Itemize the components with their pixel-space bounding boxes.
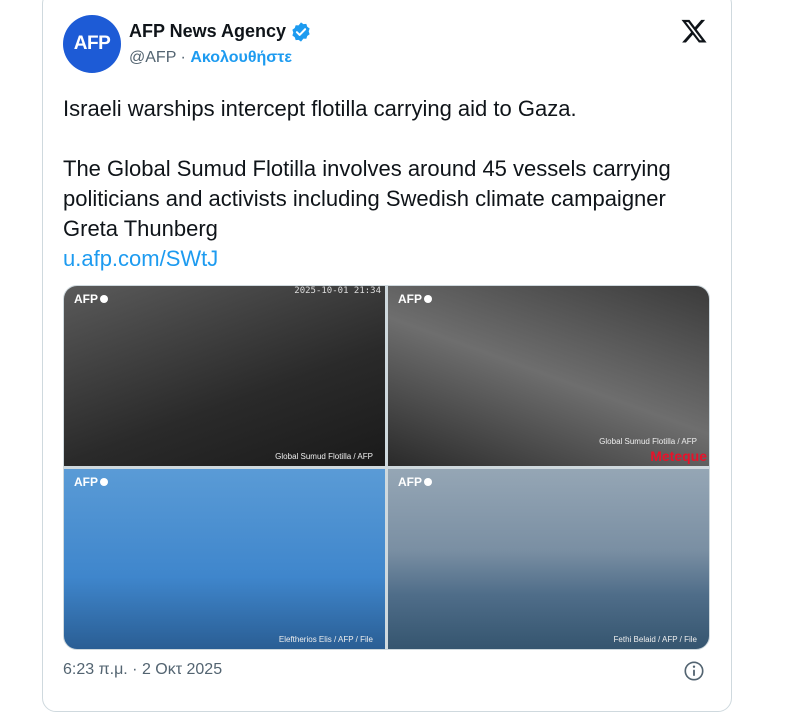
tweet-line-1: Israeli warships intercept flotilla carr… bbox=[63, 96, 577, 121]
x-logo-icon[interactable] bbox=[680, 17, 708, 45]
avatar[interactable]: AFP bbox=[63, 15, 121, 73]
afp-watermark: AFP bbox=[398, 475, 432, 489]
afp-watermark: AFP bbox=[74, 292, 108, 306]
media-photo-2[interactable]: AFP Global Sumud Flotilla / AFP Meteque bbox=[388, 286, 709, 466]
afp-watermark: AFP bbox=[74, 475, 108, 489]
handle-line: @AFP · Ακολουθήστε bbox=[129, 49, 292, 67]
media-photo-1[interactable]: AFP 2025-10-01 21:34 Global Sumud Flotil… bbox=[64, 286, 385, 466]
account-handle[interactable]: @AFP bbox=[129, 49, 176, 66]
tweet-timestamp[interactable]: 6:23 π.μ. · 2 Οκτ 2025 bbox=[63, 661, 222, 679]
tweet-text: Israeli warships intercept flotilla carr… bbox=[63, 94, 723, 274]
tweet-line-2: The Global Sumud Flotilla involves aroun… bbox=[63, 156, 671, 241]
separator: · bbox=[180, 49, 186, 66]
media-grid: AFP 2025-10-01 21:34 Global Sumud Flotil… bbox=[63, 285, 710, 650]
photo-credit: Eleftherios Elis / AFP / File bbox=[278, 635, 373, 644]
info-icon[interactable] bbox=[683, 660, 705, 682]
media-photo-3[interactable]: AFP Eleftherios Elis / AFP / File bbox=[64, 469, 385, 649]
photo-credit: Global Sumud Flotilla / AFP bbox=[599, 437, 697, 446]
follow-button[interactable]: Ακολουθήστε bbox=[190, 49, 292, 66]
photo-timestamp: 2025-10-01 21:34 bbox=[294, 286, 381, 296]
photo-credit: Fethi Belaid / AFP / File bbox=[613, 635, 697, 644]
media-photo-4[interactable]: AFP Fethi Belaid / AFP / File bbox=[388, 469, 709, 649]
afp-watermark: AFP bbox=[398, 292, 432, 306]
tweet-link[interactable]: u.afp.com/SWtJ bbox=[63, 244, 723, 274]
account-name[interactable]: AFP News Agency bbox=[129, 21, 286, 42]
photo-overlay-logo: Meteque bbox=[650, 448, 707, 464]
photo-credit: Global Sumud Flotilla / AFP bbox=[275, 452, 373, 461]
verified-badge-icon bbox=[292, 22, 310, 42]
avatar-text: AFP bbox=[73, 33, 111, 54]
